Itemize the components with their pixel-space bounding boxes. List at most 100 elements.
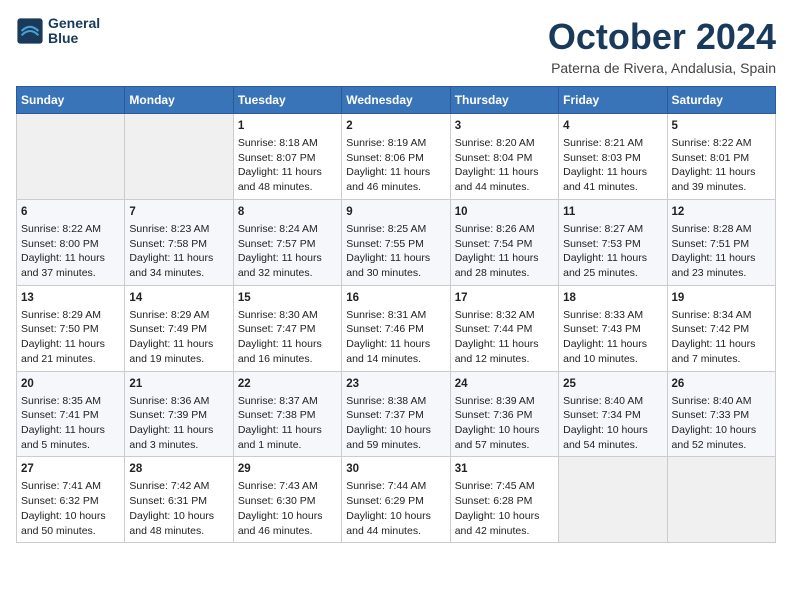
logo-line2: Blue xyxy=(48,31,100,46)
day-number: 13 xyxy=(21,290,120,306)
logo-text: General Blue xyxy=(48,16,100,47)
day-detail: Daylight: 11 hours and 34 minutes. xyxy=(129,251,228,280)
weekday-header: Sunday xyxy=(17,87,125,114)
day-detail: Sunrise: 8:22 AM xyxy=(672,136,771,151)
day-detail: Daylight: 11 hours and 23 minutes. xyxy=(672,251,771,280)
day-detail: Sunrise: 7:42 AM xyxy=(129,479,228,494)
calendar-week-row: 13Sunrise: 8:29 AMSunset: 7:50 PMDayligh… xyxy=(17,285,776,371)
day-detail: Daylight: 11 hours and 12 minutes. xyxy=(455,337,554,366)
day-number: 21 xyxy=(129,376,228,392)
calendar-cell: 8Sunrise: 8:24 AMSunset: 7:57 PMDaylight… xyxy=(233,199,341,285)
day-detail: Sunrise: 7:45 AM xyxy=(455,479,554,494)
day-detail: Sunset: 8:01 PM xyxy=(672,151,771,166)
day-detail: Sunset: 8:03 PM xyxy=(563,151,662,166)
day-detail: Daylight: 10 hours and 59 minutes. xyxy=(346,423,445,452)
calendar-cell: 14Sunrise: 8:29 AMSunset: 7:49 PMDayligh… xyxy=(125,285,233,371)
day-detail: Sunrise: 7:44 AM xyxy=(346,479,445,494)
day-detail: Daylight: 11 hours and 28 minutes. xyxy=(455,251,554,280)
day-detail: Sunrise: 8:29 AM xyxy=(21,308,120,323)
calendar-cell: 10Sunrise: 8:26 AMSunset: 7:54 PMDayligh… xyxy=(450,199,558,285)
day-number: 8 xyxy=(238,204,337,220)
day-detail: Sunset: 7:53 PM xyxy=(563,237,662,252)
month-title: October 2024 xyxy=(548,16,776,58)
calendar-week-row: 1Sunrise: 8:18 AMSunset: 8:07 PMDaylight… xyxy=(17,114,776,200)
day-detail: Sunset: 8:06 PM xyxy=(346,151,445,166)
day-detail: Sunset: 7:43 PM xyxy=(563,322,662,337)
day-detail: Daylight: 11 hours and 1 minute. xyxy=(238,423,337,452)
day-detail: Sunrise: 8:18 AM xyxy=(238,136,337,151)
calendar-week-row: 20Sunrise: 8:35 AMSunset: 7:41 PMDayligh… xyxy=(17,371,776,457)
calendar-cell: 21Sunrise: 8:36 AMSunset: 7:39 PMDayligh… xyxy=(125,371,233,457)
calendar-week-row: 27Sunrise: 7:41 AMSunset: 6:32 PMDayligh… xyxy=(17,457,776,543)
day-detail: Sunrise: 8:40 AM xyxy=(672,394,771,409)
day-detail: Daylight: 11 hours and 25 minutes. xyxy=(563,251,662,280)
day-detail: Daylight: 11 hours and 30 minutes. xyxy=(346,251,445,280)
day-detail: Sunset: 8:04 PM xyxy=(455,151,554,166)
day-detail: Daylight: 11 hours and 16 minutes. xyxy=(238,337,337,366)
calendar-cell: 23 Sunrise: 8:38 AMSunset: 7:37 PMDayligh… xyxy=(342,371,450,457)
calendar-cell: 31Sunrise: 7:45 AMSunset: 6:28 PMDayligh… xyxy=(450,457,558,543)
day-detail: Sunset: 7:37 PM xyxy=(346,408,445,423)
day-detail: Sunset: 7:54 PM xyxy=(455,237,554,252)
calendar-cell: 26Sunrise: 8:40 AMSunset: 7:33 PMDayligh… xyxy=(667,371,775,457)
calendar-week-row: 6Sunrise: 8:22 AMSunset: 8:00 PMDaylight… xyxy=(17,199,776,285)
day-detail: Daylight: 10 hours and 42 minutes. xyxy=(455,509,554,538)
day-number: 23 xyxy=(346,376,445,392)
day-detail: Sunset: 7:49 PM xyxy=(129,322,228,337)
day-number: 9 xyxy=(346,204,445,220)
calendar-cell: 6Sunrise: 8:22 AMSunset: 8:00 PMDaylight… xyxy=(17,199,125,285)
calendar-cell: 4Sunrise: 8:21 AMSunset: 8:03 PMDaylight… xyxy=(559,114,667,200)
day-detail: Sunset: 7:46 PM xyxy=(346,322,445,337)
day-detail: Sunset: 7:57 PM xyxy=(238,237,337,252)
calendar-cell: 11 Sunrise: 8:27 AMSunset: 7:53 PMDayligh… xyxy=(559,199,667,285)
day-detail: Sunset: 7:50 PM xyxy=(21,322,120,337)
weekday-header: Monday xyxy=(125,87,233,114)
day-detail: Daylight: 10 hours and 57 minutes. xyxy=(455,423,554,452)
day-detail: Daylight: 10 hours and 44 minutes. xyxy=(346,509,445,538)
day-detail: Sunset: 7:51 PM xyxy=(672,237,771,252)
day-detail: Daylight: 11 hours and 10 minutes. xyxy=(563,337,662,366)
day-number: 5 xyxy=(672,118,771,134)
day-detail: Sunset: 6:32 PM xyxy=(21,494,120,509)
day-number: 14 xyxy=(129,290,228,306)
calendar-cell: 20Sunrise: 8:35 AMSunset: 7:41 PMDayligh… xyxy=(17,371,125,457)
day-detail: Sunrise: 8:30 AM xyxy=(238,308,337,323)
calendar-cell: 1Sunrise: 8:18 AMSunset: 8:07 PMDaylight… xyxy=(233,114,341,200)
day-detail: Daylight: 11 hours and 32 minutes. xyxy=(238,251,337,280)
day-detail: Sunrise: 8:33 AM xyxy=(563,308,662,323)
day-detail: Sunset: 7:58 PM xyxy=(129,237,228,252)
day-number: 20 xyxy=(21,376,120,392)
day-detail: Daylight: 11 hours and 39 minutes. xyxy=(672,165,771,194)
day-number: 24 xyxy=(455,376,554,392)
day-number: 25 xyxy=(563,376,662,392)
page-header: General Blue October 2024 Paterna de Riv… xyxy=(16,16,776,76)
weekday-header-row: SundayMondayTuesdayWednesdayThursdayFrid… xyxy=(17,87,776,114)
calendar-cell: 2Sunrise: 8:19 AMSunset: 8:06 PMDaylight… xyxy=(342,114,450,200)
day-number: 17 xyxy=(455,290,554,306)
day-detail: Daylight: 11 hours and 21 minutes. xyxy=(21,337,120,366)
calendar-cell: 25Sunrise: 8:40 AMSunset: 7:34 PMDayligh… xyxy=(559,371,667,457)
day-detail: Sunset: 6:31 PM xyxy=(129,494,228,509)
day-number: 15 xyxy=(238,290,337,306)
day-detail: Sunset: 6:30 PM xyxy=(238,494,337,509)
day-detail: Daylight: 11 hours and 37 minutes. xyxy=(21,251,120,280)
calendar-cell: 19Sunrise: 8:34 AMSunset: 7:42 PMDayligh… xyxy=(667,285,775,371)
day-detail: Sunset: 7:47 PM xyxy=(238,322,337,337)
day-detail: Daylight: 10 hours and 52 minutes. xyxy=(672,423,771,452)
calendar-cell: 12Sunrise: 8:28 AMSunset: 7:51 PMDayligh… xyxy=(667,199,775,285)
day-number: 18 xyxy=(563,290,662,306)
calendar-cell: 16Sunrise: 8:31 AMSunset: 7:46 PMDayligh… xyxy=(342,285,450,371)
day-detail: Sunrise: 8:40 AM xyxy=(563,394,662,409)
day-number: 11 xyxy=(563,204,662,220)
calendar-cell: 17Sunrise: 8:32 AMSunset: 7:44 PMDayligh… xyxy=(450,285,558,371)
day-detail: Sunrise: 8:38 AM xyxy=(346,394,445,409)
day-detail: Sunrise: 8:31 AM xyxy=(346,308,445,323)
day-detail: Sunrise: 7:41 AM xyxy=(21,479,120,494)
day-number: 2 xyxy=(346,118,445,134)
calendar-cell xyxy=(559,457,667,543)
day-detail: Sunrise: 8:23 AM xyxy=(129,222,228,237)
day-number: 26 xyxy=(672,376,771,392)
weekday-header: Friday xyxy=(559,87,667,114)
day-detail: Sunrise: 8:20 AM xyxy=(455,136,554,151)
day-detail: Sunrise: 8:27 AM xyxy=(563,222,662,237)
